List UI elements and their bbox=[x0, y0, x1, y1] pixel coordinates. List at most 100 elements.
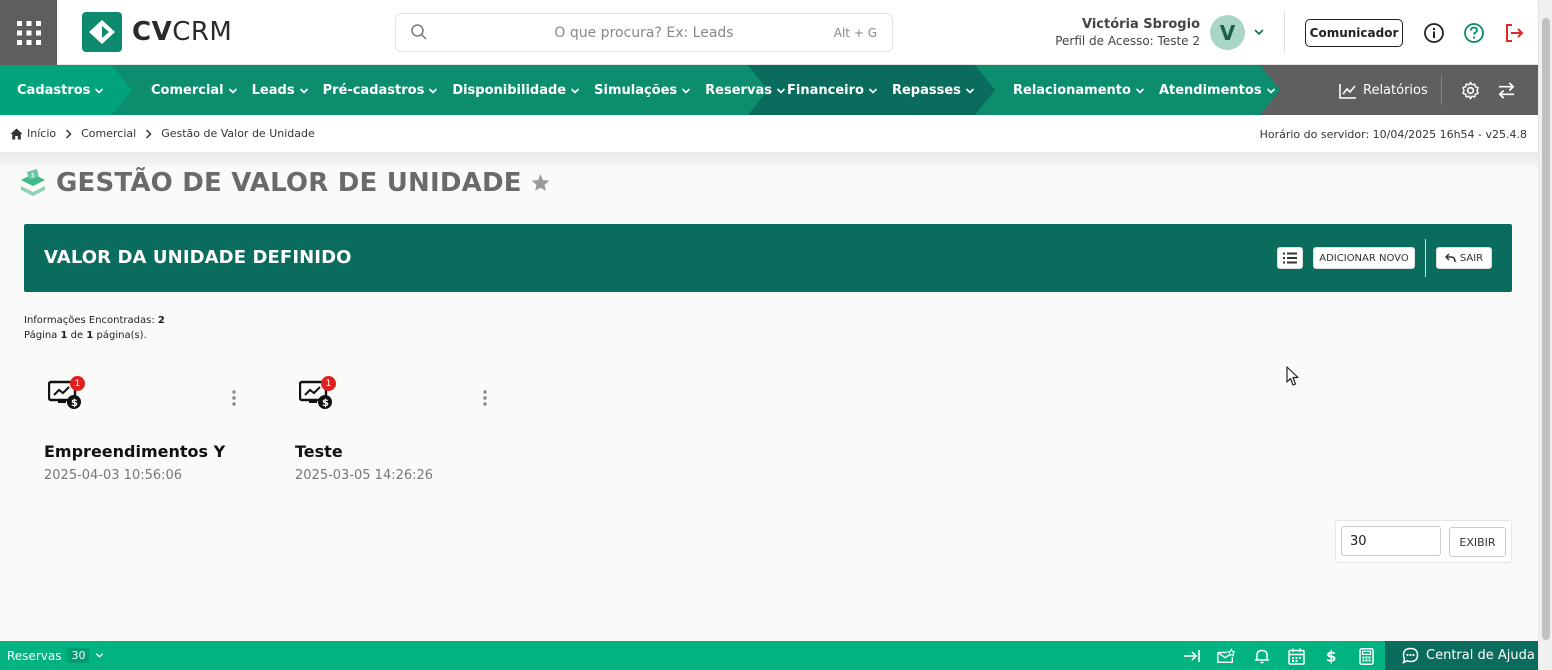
chevron-right-icon bbox=[146, 128, 152, 139]
chevron-down-icon bbox=[228, 87, 237, 94]
user-name: Victória Sbrogio bbox=[1081, 17, 1200, 32]
global-search[interactable]: O que procura? Ex: Leads Alt + G bbox=[395, 13, 893, 52]
cvcrm-logo[interactable]: CVCRM bbox=[82, 12, 232, 52]
chart-line-icon bbox=[1339, 83, 1356, 99]
per-page-input[interactable] bbox=[1341, 526, 1441, 556]
nav-disponibilidade[interactable]: Disponibilidade bbox=[452, 83, 580, 98]
apps-grid-button[interactable] bbox=[0, 0, 57, 65]
avatar[interactable]: V bbox=[1210, 15, 1245, 50]
add-new-button[interactable]: ADICIONAR NOVO bbox=[1313, 247, 1415, 269]
nav-financeiro[interactable]: Financeiro bbox=[787, 83, 878, 98]
mail-star-icon bbox=[1217, 648, 1235, 663]
breadcrumb-inicio[interactable]: Início bbox=[27, 127, 56, 140]
gear-icon bbox=[1462, 81, 1479, 100]
user-profile: Perfil de Acesso: Teste 2 bbox=[1055, 34, 1200, 48]
chevron-down-icon bbox=[868, 87, 878, 94]
page-scrollbar[interactable] bbox=[1538, 0, 1552, 670]
info-button[interactable] bbox=[1422, 21, 1446, 45]
collapse-button[interactable] bbox=[1183, 648, 1201, 664]
panel-header: VALOR DA UNIDADE DEFINIDO ADICIONAR NOVO… bbox=[24, 224, 1512, 292]
header-shadow bbox=[0, 153, 1538, 167]
dollar-icon: $ bbox=[1326, 648, 1336, 664]
help-center-button[interactable]: Central de Ajuda bbox=[1385, 641, 1538, 670]
exit-button-label: SAIR bbox=[1459, 252, 1484, 264]
card-date: 2025-04-03 10:56:06 bbox=[44, 468, 183, 483]
card-date: 2025-03-05 14:26:26 bbox=[295, 468, 434, 483]
info-icon bbox=[1424, 23, 1444, 43]
chevron-down-icon bbox=[682, 87, 691, 94]
nav-atendimentos[interactable]: Atendimentos bbox=[1159, 83, 1276, 98]
unit-value-card[interactable]: $ 1 Empreendimentos Y 2025-04-03 10:56:0… bbox=[44, 372, 264, 492]
nav-reports: Relatórios bbox=[1339, 65, 1442, 115]
footer-bar: Reservas 30 $ Central de Ajuda bbox=[0, 641, 1538, 670]
nav-repasses[interactable]: Repasses bbox=[892, 83, 975, 98]
svg-text:$: $ bbox=[1326, 648, 1336, 664]
logo-text-bold: CV bbox=[132, 17, 173, 47]
footer-module-label: Reservas bbox=[7, 648, 62, 663]
scrollbar-thumb[interactable] bbox=[1542, 18, 1550, 640]
breadcrumb-current: Gestão de Valor de Unidade bbox=[161, 127, 315, 140]
unit-value-card[interactable]: $ 1 Teste 2025-03-05 14:26:26 bbox=[295, 372, 515, 492]
chevron-down-icon bbox=[965, 87, 974, 94]
svg-text:$: $ bbox=[31, 172, 35, 179]
logout-button[interactable] bbox=[1502, 21, 1526, 45]
show-button[interactable]: EXIBIR bbox=[1449, 527, 1506, 557]
server-time: Horário do servidor: 10/04/2025 16h54 - … bbox=[1259, 128, 1527, 141]
nav-divider bbox=[1441, 75, 1442, 105]
help-icon bbox=[1464, 23, 1484, 43]
reply-icon bbox=[1444, 253, 1456, 263]
footer-module[interactable]: Reservas 30 bbox=[7, 648, 104, 663]
notification-badge: 1 bbox=[321, 376, 336, 391]
home-icon[interactable] bbox=[10, 128, 23, 140]
more-vertical-icon[interactable] bbox=[483, 390, 487, 406]
help-center-label: Central de Ajuda bbox=[1426, 648, 1535, 663]
arrow-to-right-icon bbox=[1184, 650, 1200, 662]
chat-bubble-icon bbox=[1402, 647, 1419, 664]
comunicador-button[interactable]: Comunicador bbox=[1305, 19, 1403, 47]
breadcrumb-comercial[interactable]: Comercial bbox=[81, 127, 136, 140]
calculator-button[interactable] bbox=[1357, 647, 1375, 665]
star-icon[interactable] bbox=[530, 173, 551, 193]
list-view-button[interactable] bbox=[1277, 247, 1303, 269]
mouse-cursor-icon bbox=[1286, 366, 1299, 386]
chevron-down-icon bbox=[95, 87, 104, 94]
results-info: Informações Encontradas: 2 Página 1 de 1… bbox=[24, 313, 165, 343]
notifications-button[interactable] bbox=[1253, 648, 1271, 664]
nav-relatorios[interactable]: Relatórios bbox=[1339, 82, 1428, 99]
help-button[interactable] bbox=[1462, 21, 1486, 45]
nav-relacionamento[interactable]: Relacionamento bbox=[1013, 83, 1145, 98]
chevron-down-icon bbox=[1266, 87, 1275, 94]
chevron-down-icon bbox=[571, 87, 580, 94]
calendar-button[interactable] bbox=[1287, 648, 1305, 665]
user-info[interactable]: Victória Sbrogio Perfil de Acesso: Teste… bbox=[1055, 17, 1200, 48]
exit-button[interactable]: SAIR bbox=[1436, 247, 1492, 269]
chevron-down-icon bbox=[96, 653, 104, 658]
nav-leads[interactable]: Leads bbox=[252, 83, 309, 98]
calculator-icon bbox=[1358, 647, 1374, 665]
unit-value-icon: $ bbox=[21, 169, 45, 196]
grid-icon bbox=[16, 20, 41, 45]
more-vertical-icon[interactable] bbox=[232, 390, 236, 406]
top-header: CVCRM O que procura? Ex: Leads Alt + G V… bbox=[0, 0, 1538, 65]
chevron-down-icon bbox=[1135, 87, 1145, 94]
search-placeholder: O que procura? Ex: Leads bbox=[554, 24, 734, 41]
nav-simulacoes[interactable]: Simulações bbox=[594, 83, 691, 98]
nav-comercial[interactable]: Comercial bbox=[151, 83, 238, 98]
nav-group-2: Comercial Leads Pré-cadastros Disponibil… bbox=[151, 65, 800, 115]
svg-text:$: $ bbox=[322, 398, 329, 409]
nav-pre-cadastros[interactable]: Pré-cadastros bbox=[323, 83, 439, 98]
logo-text-light: CRM bbox=[172, 17, 233, 47]
chevron-down-icon[interactable] bbox=[1253, 26, 1265, 38]
settings-button[interactable] bbox=[1461, 81, 1480, 104]
switch-button[interactable] bbox=[1497, 81, 1516, 104]
nav-cadastros[interactable]: Cadastros bbox=[17, 83, 104, 98]
card-name: Empreendimentos Y bbox=[44, 442, 226, 461]
finance-button[interactable]: $ bbox=[1322, 648, 1340, 664]
nav-group-1: Cadastros bbox=[17, 65, 118, 115]
cvcrm-logo-icon bbox=[82, 12, 122, 52]
nav-reservas[interactable]: Reservas bbox=[705, 83, 786, 98]
results-found: Informações Encontradas: 2 bbox=[24, 315, 165, 326]
list-icon bbox=[1283, 252, 1297, 264]
panel-divider bbox=[1425, 239, 1426, 277]
mail-button[interactable] bbox=[1217, 648, 1235, 664]
